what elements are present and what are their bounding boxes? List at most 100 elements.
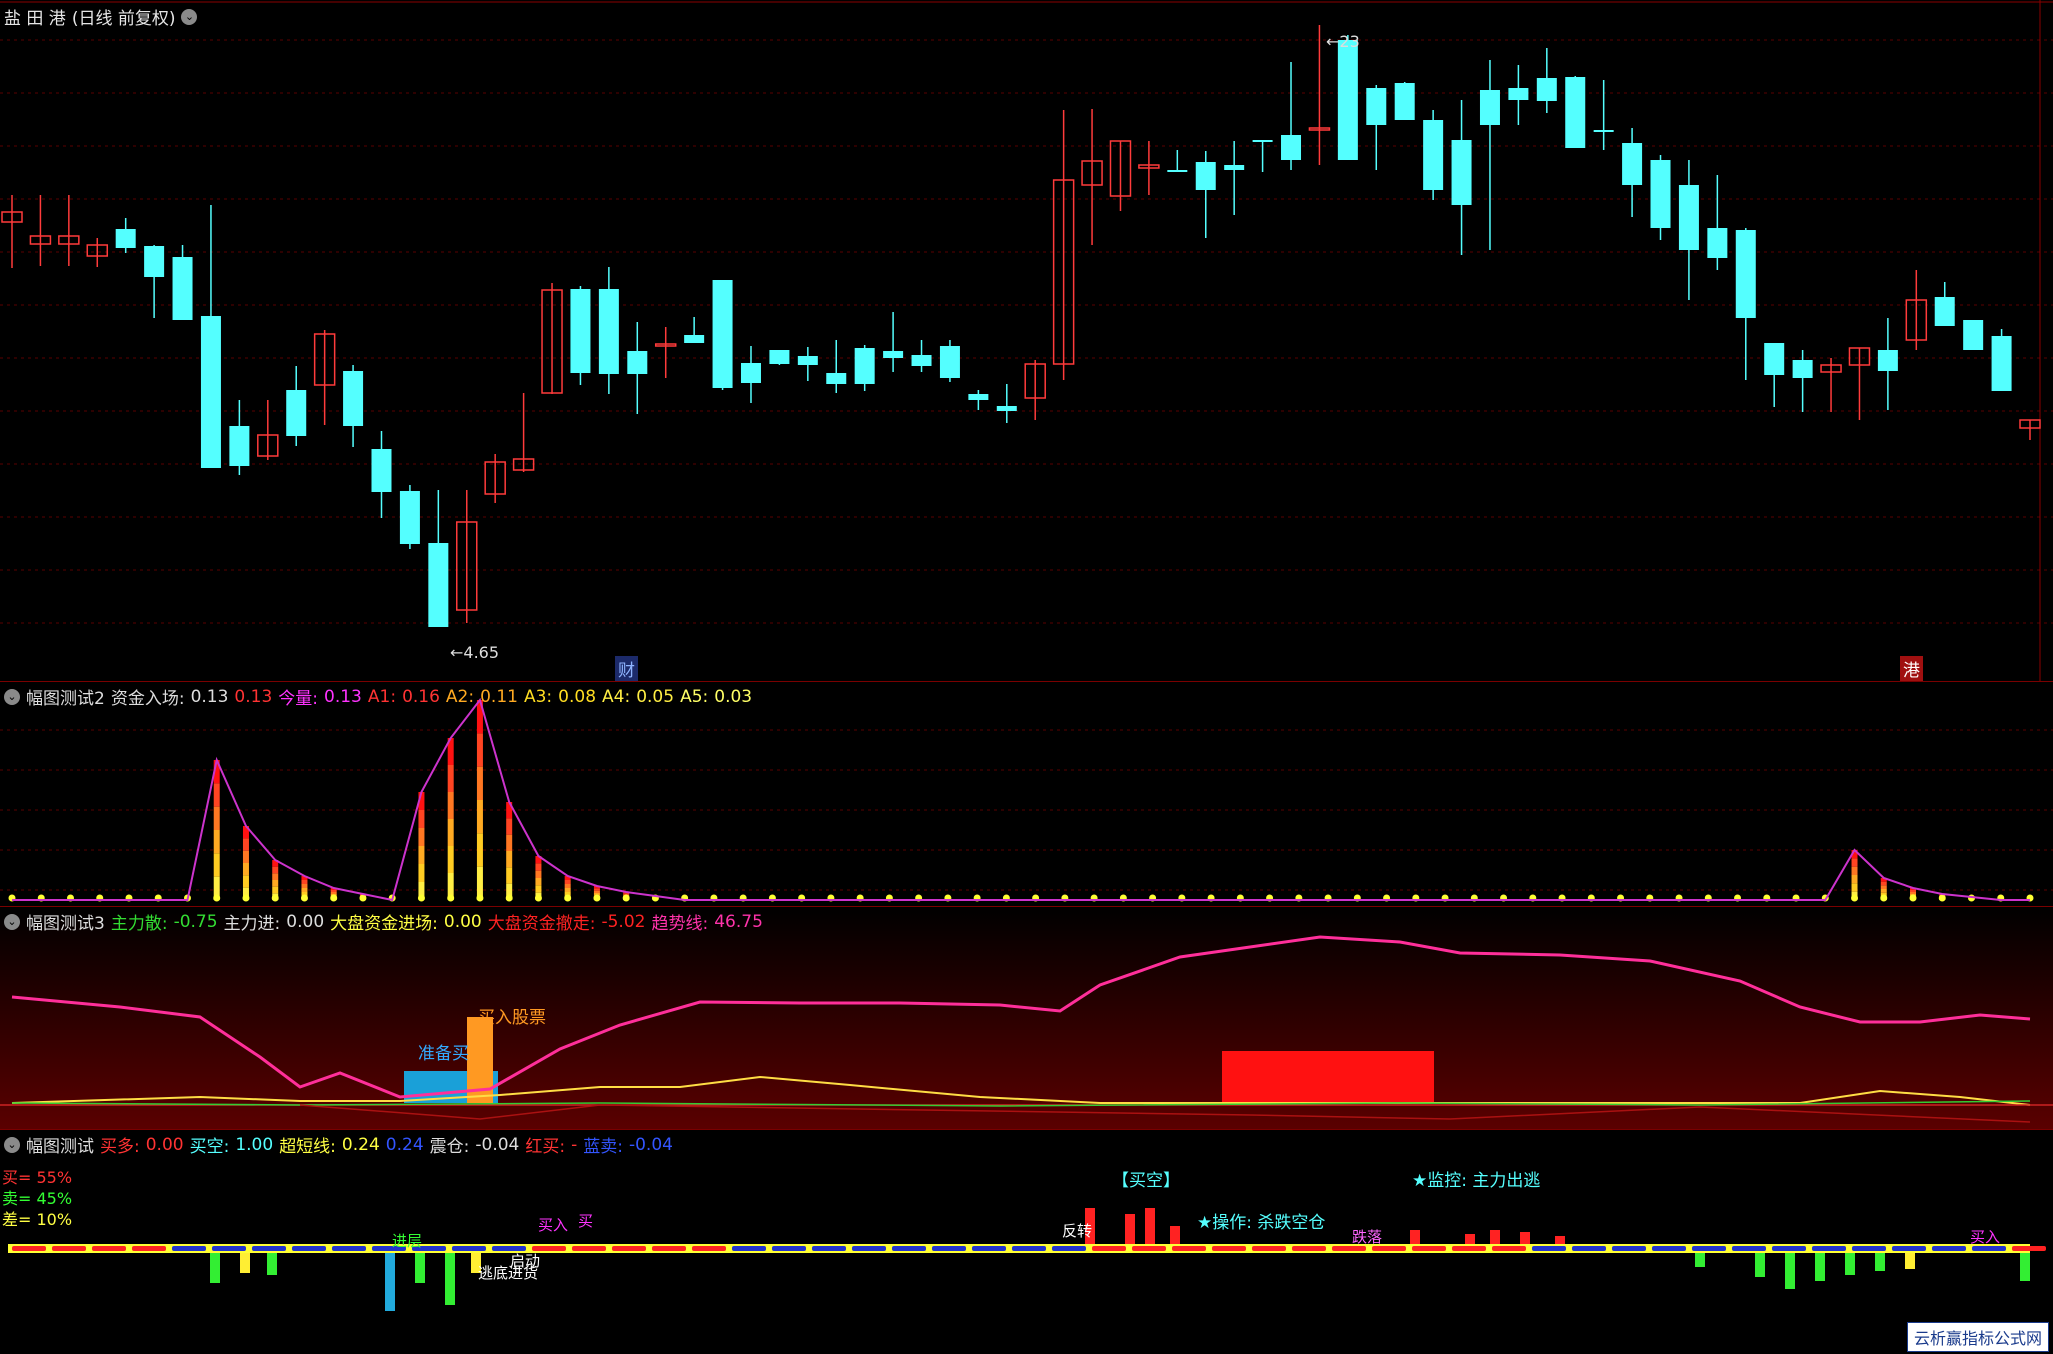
- baseline-dot: [447, 894, 455, 902]
- signal-bar: [415, 1253, 425, 1283]
- marker-gang[interactable]: 港: [1900, 656, 1923, 681]
- signal-bar: [1410, 1230, 1420, 1244]
- signal-dash: [1012, 1246, 1046, 1251]
- candle-body: [172, 257, 193, 320]
- candle-body: [1877, 350, 1898, 371]
- marker-cai[interactable]: 财: [615, 656, 638, 681]
- volume-bar-segment: [418, 810, 425, 828]
- ind1-f8-value: 0.03: [714, 686, 753, 707]
- baseline-dot: [359, 894, 367, 902]
- candle-body: [286, 390, 307, 436]
- candle-body: [1479, 90, 1500, 125]
- chevron-down-icon[interactable]: ⌄: [181, 8, 198, 25]
- ind1-f3-value: 0.13: [324, 686, 362, 707]
- volume-bar-segment: [418, 864, 425, 882]
- ind3-f5-value: -0.04: [475, 1134, 520, 1155]
- candle-body: [144, 246, 165, 277]
- volume-bar-segment: [330, 890, 337, 892]
- candle-body: [1622, 143, 1643, 185]
- signal-dash: [1532, 1246, 1566, 1251]
- ind1-f2-value: 0.13: [234, 686, 273, 707]
- ind2-f1-label: 主力散:: [110, 914, 168, 934]
- candle-body: [1366, 88, 1387, 125]
- candle-body: [1764, 343, 1785, 375]
- indicator1-chart[interactable]: [0, 682, 2053, 906]
- baseline-dot: [505, 894, 513, 902]
- ind3-f6-label: 红买:: [525, 1137, 566, 1157]
- chevron-down-icon[interactable]: ⌄: [4, 913, 20, 930]
- tag-operate: ★操作: 杀跌空仓: [1197, 1213, 1326, 1233]
- signal-dash: [612, 1246, 646, 1251]
- candle-body: [1337, 40, 1358, 160]
- indicator1-header: ⌄ 幅图测试2 资金入场: 0.13 0.13 今量: 0.13 A1: 0.16 A…: [4, 684, 752, 709]
- signal-bar: [1845, 1253, 1855, 1275]
- volume-bar-segment: [213, 830, 220, 854]
- indicator2-chart[interactable]: [0, 907, 2053, 1129]
- indicator1-panel[interactable]: ⌄ 幅图测试2 资金入场: 0.13 0.13 今量: 0.13 A1: 0.16 A…: [0, 682, 2053, 906]
- candlestick-chart[interactable]: [0, 0, 2053, 681]
- ind1-f3-label: 今量:: [278, 689, 319, 709]
- chevron-down-icon[interactable]: ⌄: [4, 688, 20, 705]
- volume-bar-segment: [272, 866, 279, 874]
- signal-bar: [385, 1253, 395, 1311]
- candle-body: [1536, 78, 1557, 101]
- signal-dash: [652, 1246, 686, 1251]
- baseline-dot: [1938, 894, 1946, 902]
- indicator3-chart[interactable]: [0, 1130, 2053, 1354]
- volume-bar-segment: [418, 846, 425, 864]
- candle-body: [996, 406, 1017, 411]
- candle-body: [1565, 77, 1586, 148]
- volume-bar-segment: [476, 833, 483, 867]
- signal-dash: [12, 1246, 46, 1251]
- signal-dash: [812, 1246, 846, 1251]
- volume-bar-segment: [1910, 892, 1917, 894]
- candle-body: [627, 351, 648, 374]
- low-price-label: ←4.65: [450, 643, 500, 662]
- ind2-f3-label: 大盘资金进场:: [330, 914, 438, 934]
- ind1-f1-value: 0.13: [190, 686, 229, 707]
- candle-body: [1281, 135, 1302, 160]
- candle-body: [399, 491, 420, 544]
- tag-buy1: 买入: [538, 1216, 569, 1234]
- candle-body: [968, 394, 989, 400]
- chevron-down-icon[interactable]: ⌄: [4, 1136, 20, 1153]
- high-price-value: 23: [1339, 32, 1360, 51]
- volume-bar-segment: [301, 884, 308, 888]
- signal-dash: [132, 1246, 166, 1251]
- indicator1-name: 幅图测试2: [26, 689, 105, 709]
- ind1-f5-label: A2:: [445, 686, 475, 707]
- candle-body: [826, 373, 847, 384]
- volume-bar-segment: [506, 818, 513, 835]
- candle-body: [911, 355, 932, 366]
- signal-dash: [292, 1246, 326, 1251]
- main-chart-panel[interactable]: 盐 田 港 (日线 前复权) ⌄ ←23 ←4.65 财 港: [0, 0, 2053, 681]
- baseline-dot: [271, 894, 279, 902]
- signal-bar: [2020, 1253, 2030, 1281]
- candle-body: [1593, 130, 1614, 132]
- indicator3-panel[interactable]: ⌄ 幅图测试 买多: 0.00 买空: 1.00 超短线: 0.24 0.24 震仓:…: [0, 1130, 2053, 1354]
- tag-monitor: ★监控: 主力出逃: [1412, 1171, 1541, 1191]
- baseline-dot: [593, 894, 601, 902]
- volume-bar-segment: [535, 863, 542, 871]
- ind3-f4-value: 0.24: [385, 1134, 424, 1155]
- watermark-logo: 云析赢指标公式网: [1906, 1322, 2049, 1352]
- volume-bar-segment: [447, 819, 454, 846]
- candle-body: [570, 289, 591, 373]
- volume-bar-segment: [242, 838, 249, 851]
- ind2-f3-value: 0.00: [443, 911, 482, 932]
- signal-dash: [1412, 1246, 1446, 1251]
- chart-period: (日线 前复权): [71, 9, 176, 29]
- signal-bar: [1905, 1253, 1915, 1269]
- signal-bar: [240, 1253, 250, 1273]
- signal-bar: [1785, 1253, 1795, 1289]
- signal-dash: [332, 1246, 366, 1251]
- signal-dash: [1452, 1246, 1486, 1251]
- ind2-f2-label: 主力进:: [223, 914, 281, 934]
- indicator2-panel[interactable]: ⌄ 幅图测试3 主力散: -0.75 主力进: 0.00 大盘资金进场: 0.00 大…: [0, 907, 2053, 1129]
- volume-bar-segment: [1851, 883, 1858, 892]
- candle-body: [1678, 185, 1699, 250]
- ind1-f6-label: A3:: [523, 686, 553, 707]
- signal-dash: [732, 1246, 766, 1251]
- ind3-f2-label: 买空:: [189, 1137, 230, 1157]
- candle-body: [939, 346, 960, 378]
